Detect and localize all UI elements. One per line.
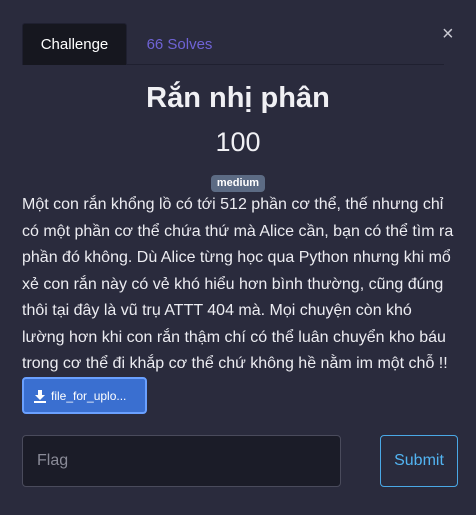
challenge-title: Rắn nhị phân <box>146 82 330 114</box>
download-icon <box>34 389 46 403</box>
flag-input[interactable] <box>22 435 341 487</box>
difficulty-badge: medium <box>210 175 266 192</box>
tab-solves[interactable]: 66 Solves <box>127 23 232 65</box>
file-name-label: file_for_uplo... <box>51 388 127 403</box>
challenge-modal: Challenge 66 Solves × Rắn nhị phân 100 m… <box>0 0 476 515</box>
challenge-value: 100 <box>215 127 261 157</box>
tab-challenge[interactable]: Challenge <box>22 23 127 65</box>
tab-bar: Challenge 66 Solves <box>22 23 444 65</box>
file-download-button[interactable]: file_for_uplo... <box>22 377 147 414</box>
close-icon[interactable]: × <box>442 24 454 44</box>
challenge-description: Một con rắn khổng lồ có tới 512 phần cơ … <box>22 196 454 372</box>
submit-button[interactable]: Submit <box>380 435 458 487</box>
